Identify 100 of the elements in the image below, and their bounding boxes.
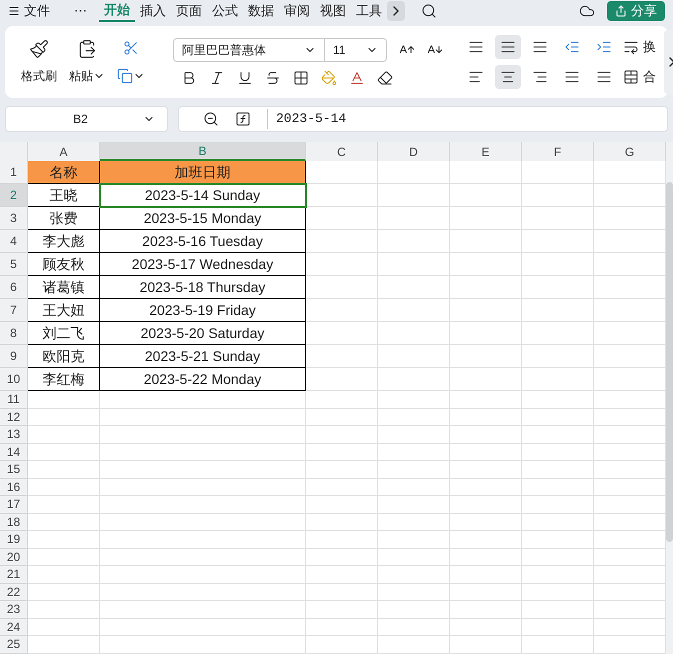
empty-cell[interactable] [450,584,522,601]
empty-cell[interactable] [450,345,522,368]
empty-cell[interactable] [450,566,522,584]
table-cell[interactable]: 刘二飞 [28,322,100,345]
empty-cell[interactable] [100,391,306,408]
ribbon-tab[interactable]: 数据 [243,0,279,22]
table-cell[interactable]: 2023-5-16 Tuesday [100,230,306,253]
row-header[interactable]: 17 [0,496,28,514]
empty-cell[interactable] [306,345,378,368]
empty-cell[interactable] [306,496,378,514]
empty-cell[interactable] [450,184,522,207]
empty-cell[interactable] [450,548,522,566]
row-header[interactable]: 5 [0,253,28,276]
row-header[interactable]: 8 [0,322,28,345]
alignment-button[interactable] [495,35,521,59]
ribbon-tab[interactable]: 视图 [315,0,351,22]
empty-cell[interactable] [522,408,594,426]
row-header[interactable]: 9 [0,345,28,368]
name-box[interactable]: B2 [5,106,168,132]
table-cell[interactable]: 王大妞 [28,299,100,322]
empty-cell[interactable] [100,548,306,566]
empty-cell[interactable] [306,426,378,444]
empty-cell[interactable] [450,408,522,426]
format-painter-button[interactable]: 格式刷 [21,39,57,85]
font-select[interactable]: 阿里巴巴普惠体 [173,38,325,62]
empty-cell[interactable] [450,276,522,299]
column-header[interactable]: F [522,142,594,161]
empty-cell[interactable] [450,618,522,636]
table-cell[interactable]: 诸葛镇 [28,276,100,299]
empty-cell[interactable] [450,207,522,230]
row-header[interactable]: 11 [0,391,28,408]
empty-cell[interactable] [378,391,450,408]
file-menu[interactable]: 文件 [8,1,50,21]
empty-cell[interactable] [522,496,594,514]
merge-button[interactable]: 合 [623,67,656,87]
row-header[interactable]: 3 [0,207,28,230]
empty-cell[interactable] [306,322,378,345]
row-header[interactable]: 25 [0,636,28,654]
empty-cell[interactable] [378,478,450,496]
ribbon-tab[interactable]: 公式 [207,0,243,22]
empty-cell[interactable] [306,531,378,548]
row-header[interactable]: 24 [0,618,28,636]
row-header[interactable]: 14 [0,444,28,461]
empty-cell[interactable] [522,426,594,444]
empty-cell[interactable] [100,636,306,654]
empty-cell[interactable] [306,584,378,601]
empty-cell[interactable] [522,391,594,408]
empty-cell[interactable] [378,276,450,299]
empty-cell[interactable] [306,636,378,654]
empty-cell[interactable] [450,368,522,391]
header-cell[interactable]: 名称 [28,161,100,184]
empty-cell[interactable] [378,584,450,601]
row-header[interactable]: 15 [0,461,28,478]
empty-cell[interactable] [378,161,450,184]
ribbon-tab[interactable]: 插入 [135,0,171,22]
empty-cell[interactable] [378,496,450,514]
alignment-button[interactable] [495,65,521,89]
table-cell[interactable]: 2023-5-19 Friday [100,299,306,322]
wrap-text-button[interactable]: 换 [623,37,656,57]
empty-cell[interactable] [378,444,450,461]
empty-cell[interactable] [306,601,378,618]
row-header[interactable]: 19 [0,531,28,548]
more-button[interactable]: ⋯ [74,1,87,21]
column-header[interactable]: E [450,142,522,161]
empty-cell[interactable] [522,514,594,531]
scroll-tabs-button[interactable] [387,1,405,21]
empty-cell[interactable] [306,230,378,253]
row-header[interactable]: 21 [0,566,28,584]
empty-cell[interactable] [100,408,306,426]
empty-cell[interactable] [306,207,378,230]
empty-cell[interactable] [306,276,378,299]
empty-cell[interactable] [378,408,450,426]
formula-bar[interactable]: 2023-5-14 [178,106,668,132]
empty-cell[interactable] [378,345,450,368]
ribbon-tab[interactable]: 审阅 [279,0,315,22]
empty-cell[interactable] [378,601,450,618]
empty-cell[interactable] [378,531,450,548]
empty-cell[interactable] [378,548,450,566]
ribbon-tab[interactable]: 开始 [99,0,135,22]
empty-cell[interactable] [450,161,522,184]
column-header[interactable]: B [100,142,306,161]
empty-cell[interactable] [378,461,450,478]
empty-cell[interactable] [306,618,378,636]
empty-cell[interactable] [306,408,378,426]
empty-cell[interactable] [100,531,306,548]
empty-cell[interactable] [522,368,594,391]
empty-cell[interactable] [522,461,594,478]
empty-cell[interactable] [306,299,378,322]
scrollbar-thumb[interactable] [666,182,673,542]
table-cell[interactable]: 王晓 [28,184,100,207]
empty-cell[interactable] [306,368,378,391]
empty-cell[interactable] [522,253,594,276]
font-color-icon[interactable] [349,70,365,86]
table-cell[interactable]: 李大彪 [28,230,100,253]
table-cell[interactable]: 顾友秋 [28,253,100,276]
empty-cell[interactable] [378,618,450,636]
empty-cell[interactable] [522,299,594,322]
header-cell[interactable]: 加班日期 [100,161,306,184]
ribbon-tab[interactable]: 页面 [171,0,207,22]
empty-cell[interactable] [100,496,306,514]
